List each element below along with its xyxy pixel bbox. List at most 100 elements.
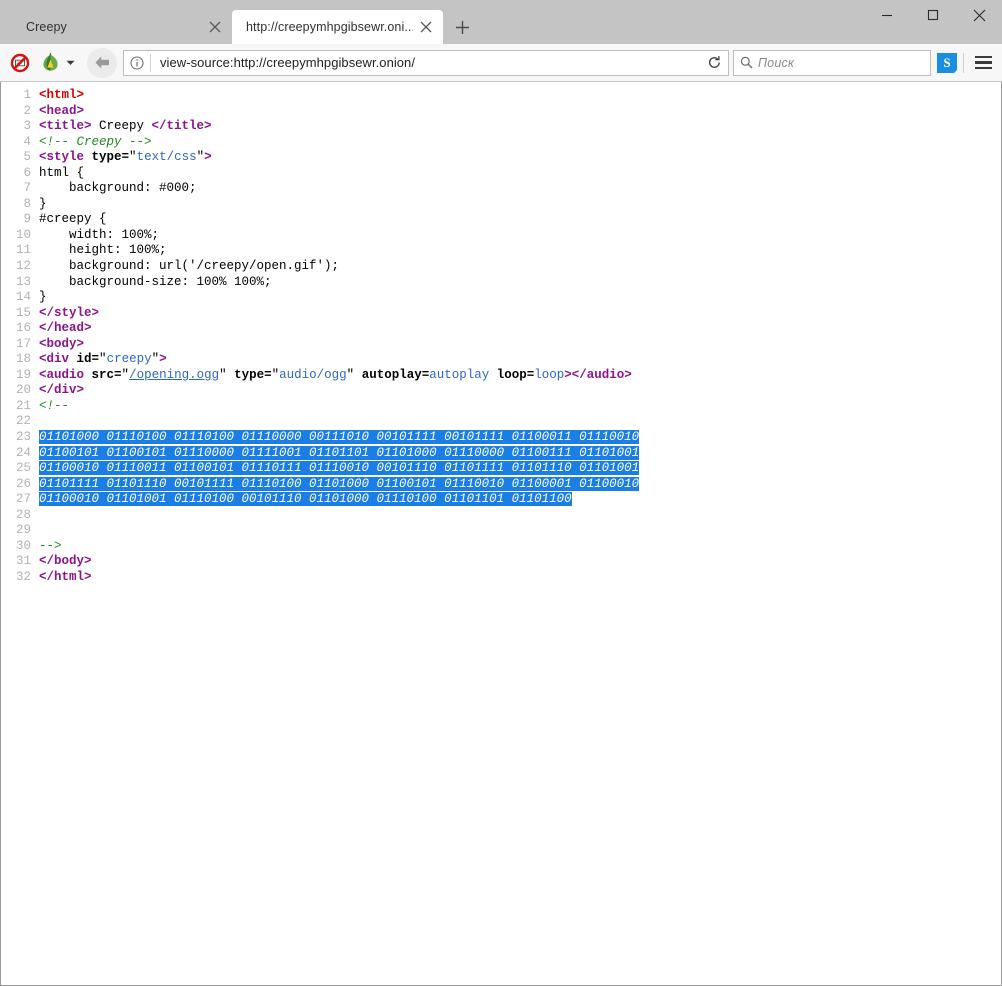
- source-line: 2701100010 01101001 01110100 00101110 01…: [1, 492, 1001, 508]
- source-line: 3<title> Creepy </title>: [1, 119, 1001, 135]
- code-token: <!-- Creepy -->: [39, 135, 152, 149]
- toolbar-divider: [963, 53, 964, 73]
- source-line: 12 background: url('/creepy/open.gif');: [1, 259, 1001, 275]
- code-token: </audio>: [572, 368, 632, 382]
- close-icon[interactable]: [206, 18, 224, 36]
- line-number: 2: [1, 104, 39, 120]
- site-info-icon[interactable]: [124, 51, 150, 75]
- source-line: 19<audio src="/opening.ogg" type="audio/…: [1, 368, 1001, 384]
- line-content: [39, 508, 1001, 524]
- line-number: 25: [1, 461, 39, 477]
- code-token: <audio: [39, 368, 84, 382]
- line-number: 20: [1, 383, 39, 399]
- browser-tab-creepy[interactable]: Creepy: [6, 10, 232, 44]
- line-content: }: [39, 290, 1001, 306]
- line-number: 17: [1, 337, 39, 353]
- torbutton-control[interactable]: [36, 49, 75, 77]
- code-token: ": [122, 368, 130, 382]
- source-line: 29: [1, 523, 1001, 539]
- onion-icon[interactable]: [36, 49, 64, 77]
- line-number: 21: [1, 399, 39, 415]
- hamburger-bar: [975, 61, 992, 64]
- source-line: 10 width: 100%;: [1, 228, 1001, 244]
- search-bar[interactable]: Поиск: [733, 50, 931, 76]
- line-number: 27: [1, 492, 39, 508]
- code-token: ": [129, 150, 137, 164]
- source-line: 8}: [1, 197, 1001, 213]
- code-token: autoplay: [429, 368, 489, 382]
- line-content: <title> Creepy </title>: [39, 119, 1001, 135]
- code-token: </body>: [39, 554, 92, 568]
- line-content: background: url('/creepy/open.gif');: [39, 259, 1001, 275]
- startpage-letter: S: [943, 56, 950, 69]
- search-input[interactable]: Поиск: [758, 56, 794, 70]
- code-token: src=: [92, 368, 122, 382]
- close-icon[interactable]: [956, 0, 1002, 30]
- code-token: width: 100%;: [39, 228, 159, 242]
- source-line: 2601101111 01101110 00101111 01110100 01…: [1, 477, 1001, 493]
- noscript-icon[interactable]: [6, 49, 34, 77]
- line-content: 01101000 01110100 01110100 01110000 0011…: [39, 430, 1001, 446]
- tab-strip: Creepy http://creepymhpgibsewr.oni...: [0, 0, 1002, 44]
- line-number: 12: [1, 259, 39, 275]
- line-number: 8: [1, 197, 39, 213]
- code-token: >: [159, 352, 167, 366]
- code-token: ": [152, 352, 160, 366]
- line-content: <audio src="/opening.ogg" type="audio/og…: [39, 368, 1001, 384]
- code-token: <title>: [39, 119, 92, 133]
- source-line: 11 height: 100%;: [1, 243, 1001, 259]
- line-number: 28: [1, 508, 39, 524]
- source-line: 16</head>: [1, 321, 1001, 337]
- new-tab-button[interactable]: [447, 12, 477, 42]
- code-token: ": [219, 368, 227, 382]
- startpage-search-icon[interactable]: S: [937, 53, 957, 73]
- minimize-icon[interactable]: [864, 0, 910, 30]
- code-token: id=: [77, 352, 100, 366]
- source-line: 2301101000 01110100 01110100 01110000 00…: [1, 430, 1001, 446]
- code-token: [227, 368, 235, 382]
- line-content: [39, 523, 1001, 539]
- back-button[interactable]: [87, 48, 117, 78]
- address-bar[interactable]: view-source:http://creepymhpgibsewr.onio…: [123, 50, 729, 76]
- hamburger-menu-icon[interactable]: [970, 50, 996, 76]
- maximize-icon[interactable]: [910, 0, 956, 30]
- line-number: 23: [1, 430, 39, 446]
- line-content: <style type="text/css">: [39, 150, 1001, 166]
- navigation-toolbar: view-source:http://creepymhpgibsewr.onio…: [0, 44, 1002, 82]
- code-token: <html>: [39, 88, 84, 102]
- code-token: background: #000;: [39, 181, 197, 195]
- code-token: >: [204, 150, 212, 164]
- reload-icon[interactable]: [700, 51, 728, 75]
- line-content: </body>: [39, 554, 1001, 570]
- close-icon[interactable]: [417, 18, 435, 36]
- view-source-content[interactable]: 1<html>2<head>3<title> Creepy </title>4<…: [0, 82, 1002, 986]
- code-token: </style>: [39, 306, 99, 320]
- code-token: Creepy: [92, 119, 152, 133]
- chevron-down-icon[interactable]: [66, 60, 75, 66]
- code-token: audio/ogg: [279, 368, 347, 382]
- source-line: 17<body>: [1, 337, 1001, 353]
- line-number: 22: [1, 414, 39, 430]
- line-content: </head>: [39, 321, 1001, 337]
- line-number: 7: [1, 181, 39, 197]
- code-token: }: [39, 290, 47, 304]
- source-line: 2<head>: [1, 104, 1001, 120]
- code-token: -->: [39, 539, 62, 553]
- code-token: [84, 368, 92, 382]
- address-input[interactable]: view-source:http://creepymhpgibsewr.onio…: [151, 55, 700, 70]
- window-controls: [864, 0, 1002, 30]
- line-number: 16: [1, 321, 39, 337]
- line-content: <!-- Creepy -->: [39, 135, 1001, 151]
- line-content: </style>: [39, 306, 1001, 322]
- code-token[interactable]: /opening.ogg: [129, 368, 219, 382]
- source-line: 4<!-- Creepy -->: [1, 135, 1001, 151]
- code-token: ": [99, 352, 107, 366]
- code-token: </div>: [39, 383, 84, 397]
- line-number: 5: [1, 150, 39, 166]
- line-number: 29: [1, 523, 39, 539]
- source-line: 28: [1, 508, 1001, 524]
- line-content: background-size: 100% 100%;: [39, 275, 1001, 291]
- line-content: <body>: [39, 337, 1001, 353]
- code-token: ": [197, 150, 205, 164]
- browser-tab-viewsource[interactable]: http://creepymhpgibsewr.oni...: [232, 10, 443, 44]
